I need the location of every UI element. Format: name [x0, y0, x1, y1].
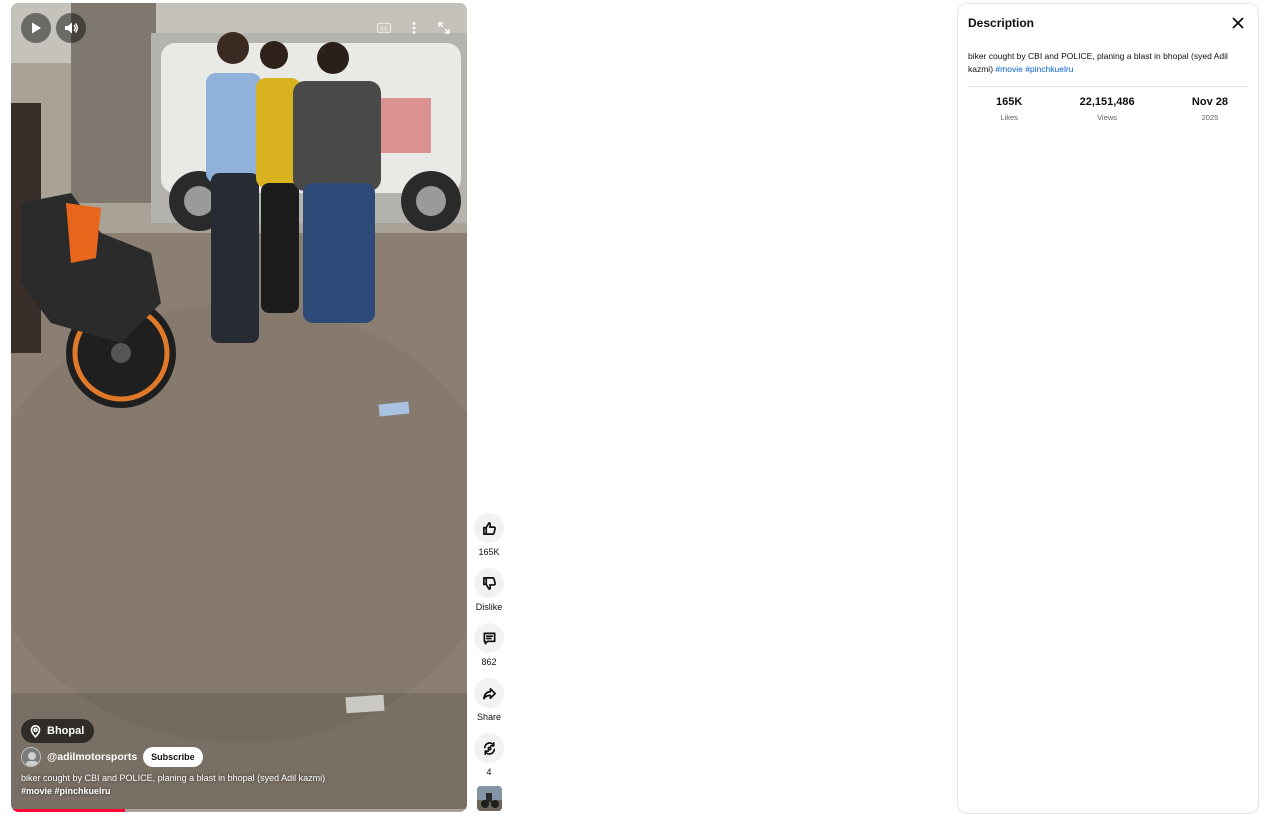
description-panel: Description biker cought by CBI and POLI…	[957, 3, 1259, 814]
like-button[interactable]	[474, 513, 504, 543]
captions-icon: CC	[376, 22, 392, 34]
avatar-image	[22, 748, 40, 766]
more-options-button[interactable]	[402, 16, 426, 40]
dislike-button[interactable]	[474, 568, 504, 598]
remix-action: 4	[474, 733, 504, 777]
svg-text:CC: CC	[380, 26, 388, 32]
remix-icon	[483, 741, 495, 755]
more-vert-icon	[412, 22, 416, 34]
close-button[interactable]	[1228, 13, 1248, 33]
location-pin-icon	[30, 724, 41, 738]
description-panel-body: biker cought by CBI and POLICE, planing …	[958, 42, 1258, 122]
share-label: Share	[476, 712, 502, 722]
thumbs-up-icon	[482, 521, 496, 535]
location-chip[interactable]: Bhopal	[21, 719, 95, 743]
video-caption-text: biker cought by CBI and POLICE, planing …	[21, 773, 326, 783]
play-icon	[32, 22, 41, 34]
date-stat-value: Nov 28	[1191, 96, 1228, 108]
divider	[968, 86, 1248, 87]
thumbs-down-icon	[482, 576, 496, 590]
panel-title: Description	[968, 16, 1035, 30]
location-label: Bhopal	[47, 725, 85, 737]
date-stat-label: 2025	[1201, 113, 1219, 122]
likes-stat-value: 165K	[996, 96, 1023, 108]
subscribe-button[interactable]: Subscribe	[143, 747, 203, 767]
share-icon	[482, 687, 496, 699]
like-action: 165K	[474, 513, 504, 557]
views-stat-value: 22,151,486	[1079, 96, 1135, 108]
close-icon	[1232, 17, 1244, 29]
video-player[interactable]: CC Bhopal @adilmotorsports Subscribe bik…	[11, 3, 467, 812]
sound-thumbnail-image	[476, 786, 502, 811]
remix-button[interactable]	[474, 733, 504, 763]
hashtag-link[interactable]: #movie	[995, 64, 1022, 74]
likes-stat: 165K Likes	[996, 96, 1022, 122]
volume-icon	[65, 22, 78, 34]
dislike-label: Dislike	[475, 602, 503, 612]
comment-icon	[483, 632, 495, 644]
fullscreen-button[interactable]	[432, 16, 456, 40]
comment-action: 862	[474, 623, 504, 667]
progress-bar[interactable]	[11, 809, 467, 812]
likes-stat-label: Likes	[1000, 113, 1018, 122]
views-stat-label: Views	[1097, 113, 1118, 122]
hashtag-link[interactable]: #pinchkuelru	[1025, 64, 1073, 74]
like-count: 165K	[478, 547, 500, 557]
comment-button[interactable]	[474, 623, 504, 653]
video-caption[interactable]: biker cought by CBI and POLICE, planing …	[21, 772, 351, 798]
action-rail: 165K Dislike 862 Share 4	[473, 513, 505, 811]
share-action: Share	[474, 678, 504, 722]
video-frame[interactable]	[11, 3, 467, 812]
channel-row: @adilmotorsports Subscribe	[21, 747, 203, 767]
date-stat: Nov 28 2025	[1192, 96, 1228, 122]
comment-count: 862	[481, 657, 497, 667]
views-stat: 22,151,486 Views	[1080, 96, 1135, 122]
description-panel-header: Description	[958, 4, 1258, 42]
channel-handle[interactable]: @adilmotorsports	[47, 751, 137, 763]
video-scene-illustration	[11, 3, 467, 812]
video-caption-tags: #movie #pinchkuelru	[21, 786, 111, 796]
avatar[interactable]	[21, 747, 41, 767]
progress-bar-fill	[11, 809, 125, 812]
dislike-action: Dislike	[474, 568, 504, 612]
volume-button[interactable]	[56, 13, 86, 43]
remix-count: 4	[486, 767, 492, 777]
share-button[interactable]	[474, 678, 504, 708]
description-text: biker cought by CBI and POLICE, planing …	[968, 50, 1248, 76]
captions-button[interactable]: CC	[372, 16, 396, 40]
play-button[interactable]	[21, 13, 51, 43]
stats-row: 165K Likes 22,151,486 Views Nov 28 2025	[968, 96, 1248, 122]
sound-thumbnail[interactable]	[476, 786, 502, 811]
fullscreen-icon	[438, 22, 450, 34]
